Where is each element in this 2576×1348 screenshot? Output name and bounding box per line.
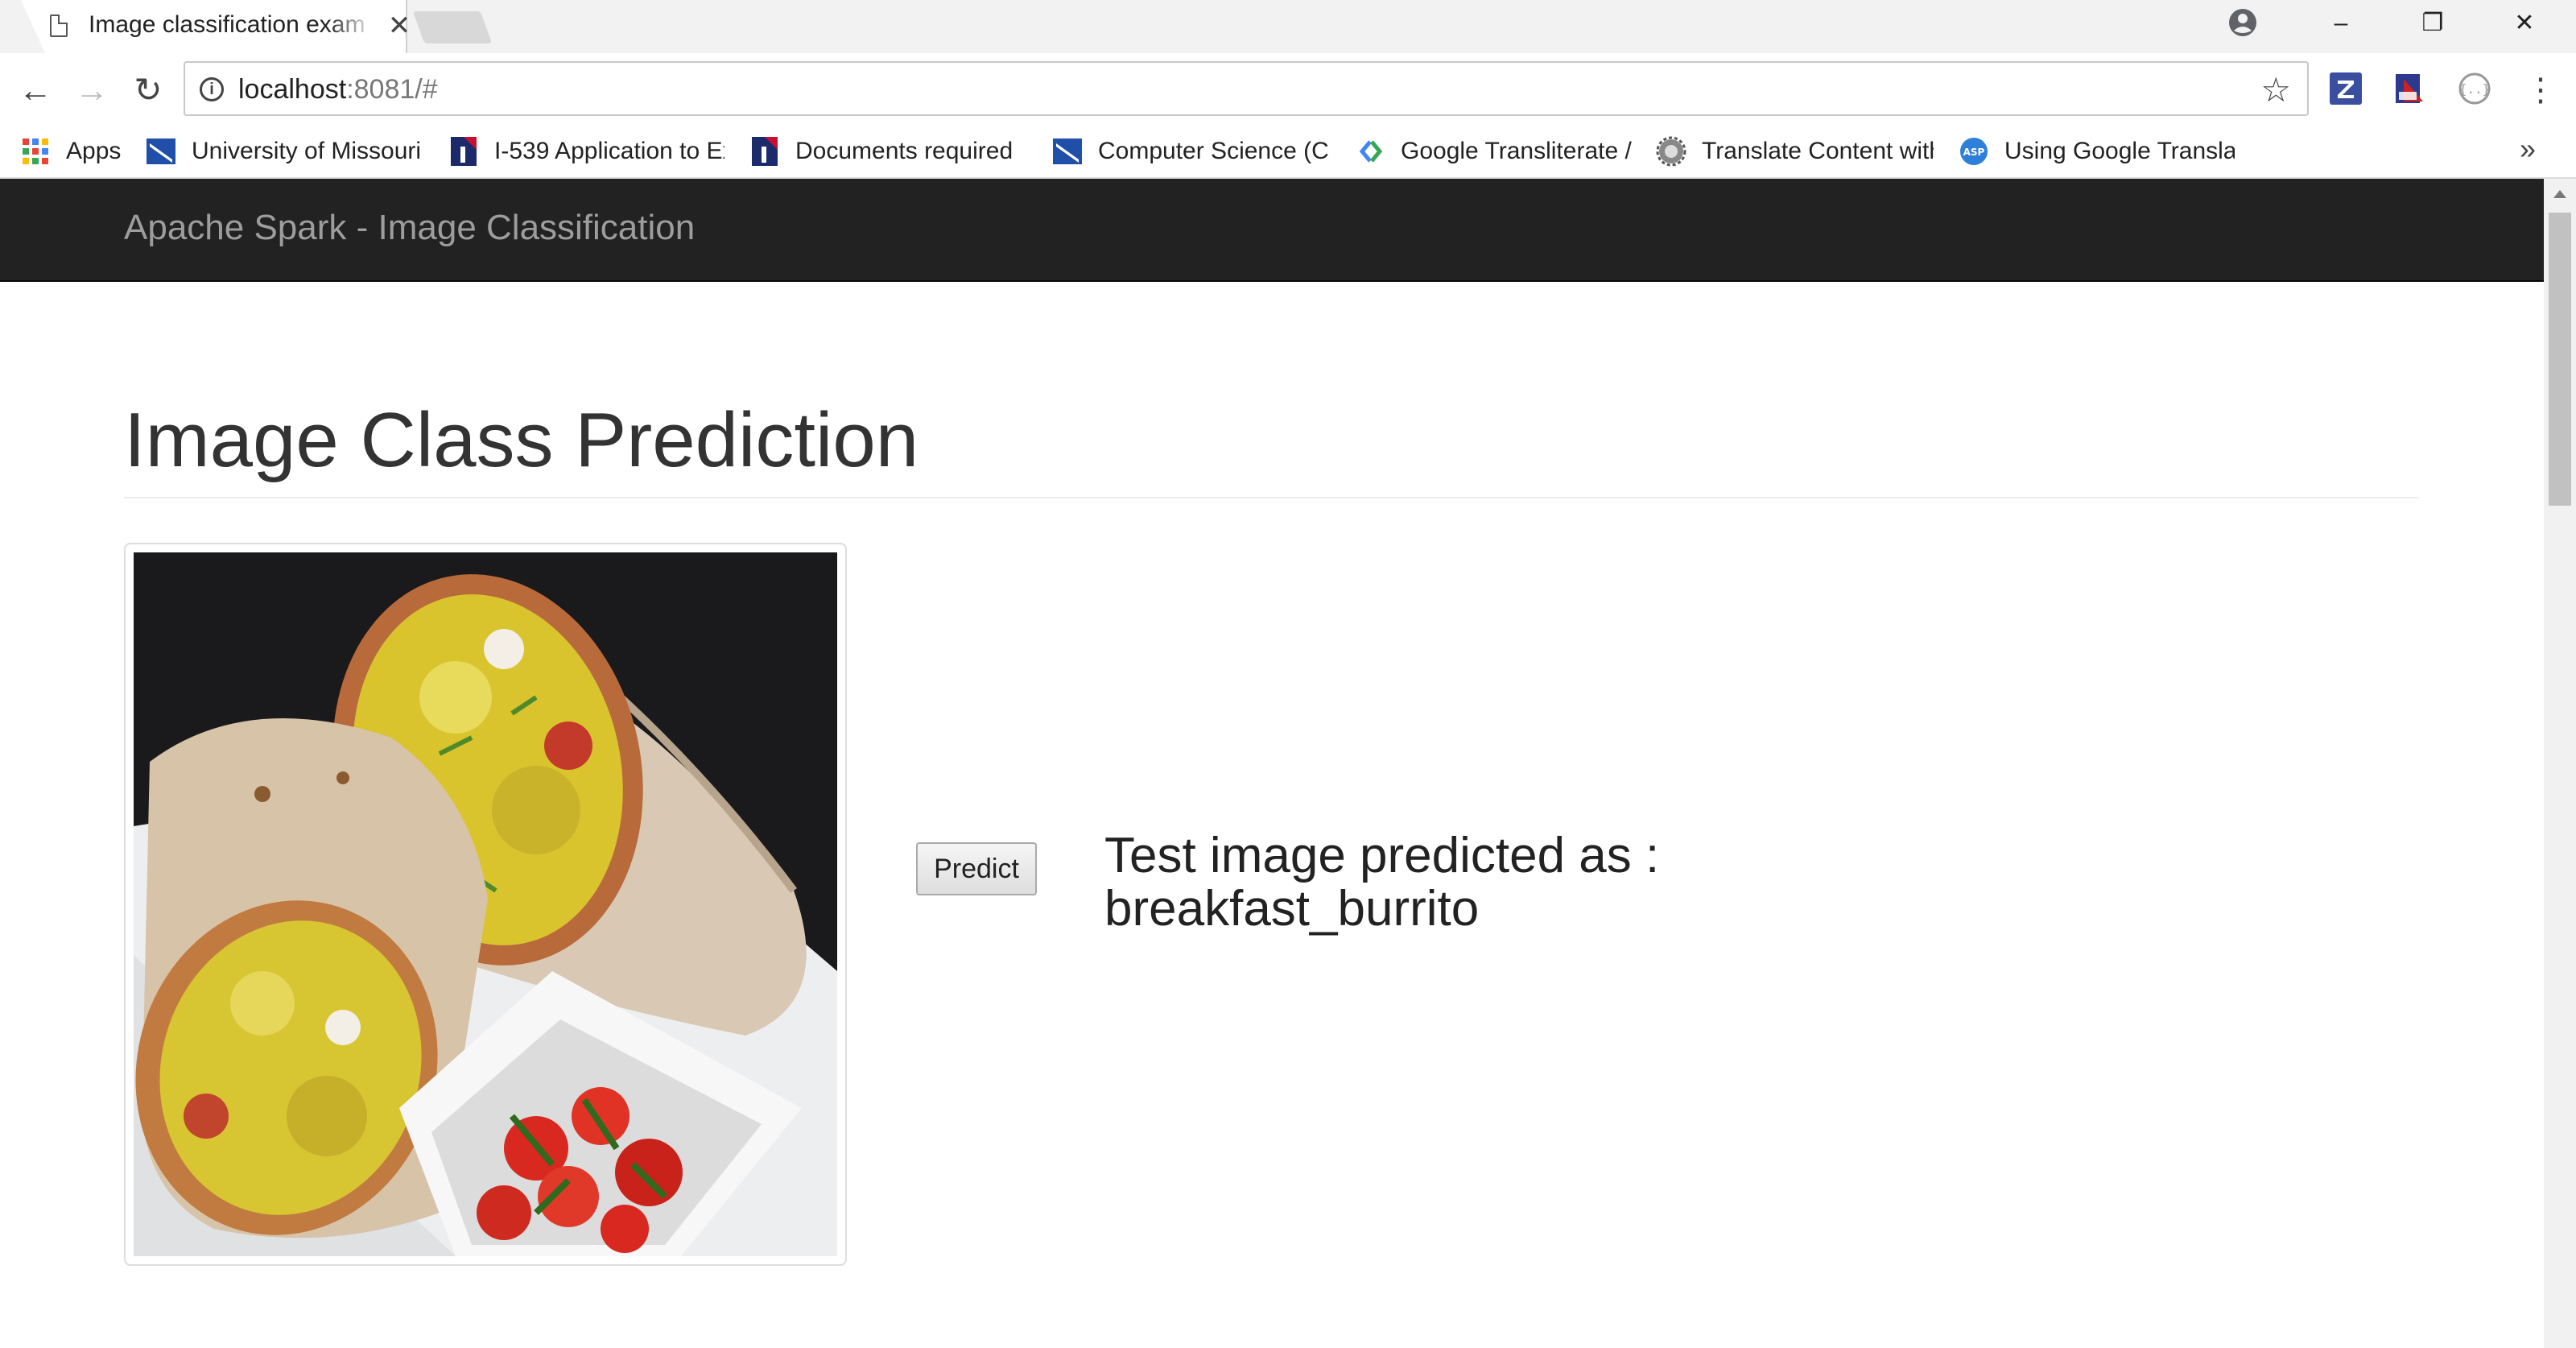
back-icon[interactable]: ← — [13, 68, 58, 113]
top-navbar: Apache Spark - Image Classification — [0, 179, 2544, 282]
scroll-thumb[interactable] — [2549, 213, 2571, 506]
close-window-icon[interactable]: ✕ — [2479, 0, 2570, 47]
bookmark-apps[interactable]: Apps — [19, 134, 132, 169]
bookmark-google-translate[interactable]: ASP Using Google Translat — [1958, 134, 2235, 169]
bookmark-star-icon[interactable]: ☆ — [2260, 68, 2291, 113]
pdf-extension-icon[interactable] — [2391, 69, 2429, 108]
bookmark-label: University of Missouri — [192, 138, 422, 164]
new-tab-button[interactable] — [412, 11, 493, 43]
bookmark-label: Apps — [66, 138, 122, 164]
navbar-brand[interactable]: Apache Spark - Image Classification — [124, 208, 695, 248]
bookmark-label: Translate Content with — [1702, 138, 1934, 164]
menu-dots-icon[interactable]: ⋮ — [2524, 71, 2557, 110]
title-divider — [124, 497, 2418, 498]
bookmark-computer-science[interactable]: Computer Science (CS — [1051, 134, 1330, 169]
bookmark-label: Using Google Translat — [2004, 138, 2235, 164]
gear-globe-icon — [1656, 136, 1686, 167]
vertical-scrollbar[interactable] — [2544, 179, 2576, 1348]
google-icon — [1359, 140, 1383, 163]
browser-toolbar: ← → ↻ i localhost:8081/# ☆ {..} ⋮ — [0, 53, 2576, 126]
apps-grid-icon — [23, 139, 48, 164]
restore-icon[interactable]: ❐ — [2388, 0, 2478, 47]
bookmark-translate-content[interactable]: Translate Content with — [1655, 134, 1934, 169]
minimize-icon[interactable]: – — [2296, 0, 2386, 47]
uscis-icon — [752, 137, 778, 166]
bookmark-label: Computer Science (CS — [1098, 138, 1330, 164]
bookmarks-bar: Apps University of Missouri I-539 Applic… — [0, 126, 2576, 179]
file-icon — [50, 14, 68, 37]
svg-text:{..}: {..} — [2459, 81, 2491, 97]
predict-button[interactable]: Predict — [916, 842, 1037, 895]
uscis-icon — [451, 137, 477, 166]
tab-title: Image classification exam — [89, 11, 365, 38]
profile-icon[interactable] — [2227, 6, 2259, 39]
bookmark-university[interactable]: University of Missouri — [145, 134, 423, 169]
tab-strip: Image classification exam ✕ – ❐ ✕ — [0, 0, 2576, 53]
prediction-result: Test image predicted as : breakfast_burr… — [1104, 829, 1829, 936]
bookmark-i539[interactable]: I-539 Application to Ex — [448, 134, 724, 169]
url-text[interactable]: localhost:8081/# — [238, 74, 438, 105]
bookmarks-overflow-icon[interactable]: » — [2520, 132, 2536, 166]
tab-edge — [21, 0, 45, 53]
address-bar[interactable]: i localhost:8081/# ☆ — [184, 61, 2309, 116]
tab-title-fade — [327, 8, 375, 43]
browser-tab[interactable]: Image classification exam ✕ — [21, 0, 411, 53]
breakfast-burrito-image — [134, 552, 837, 1256]
scroll-up-icon[interactable] — [2553, 190, 2566, 198]
tab-close-icon[interactable]: ✕ — [382, 8, 417, 43]
json-extension-icon[interactable]: {..} — [2455, 69, 2494, 108]
result-label: breakfast_burrito — [1104, 881, 1480, 937]
asp-icon: ASP — [1960, 138, 1988, 165]
forward-icon[interactable]: → — [69, 68, 114, 113]
reload-icon[interactable]: ↻ — [126, 68, 171, 113]
bookmark-google-transliterate[interactable]: Google Transliterate / — [1354, 134, 1633, 169]
zotero-extension-icon[interactable] — [2326, 69, 2365, 108]
result-prefix: Test image predicted as : — [1104, 828, 1660, 883]
university-logo-icon — [147, 139, 175, 164]
university-logo-icon — [1053, 139, 1082, 164]
bookmark-label: I-539 Application to Ex — [494, 138, 724, 164]
bookmark-label: Google Transliterate / — [1401, 138, 1632, 164]
bookmark-label: Documents required — [795, 138, 1013, 164]
svg-text:ASP: ASP — [1963, 147, 1985, 158]
test-image-thumbnail — [124, 543, 847, 1266]
page-viewport: Apache Spark - Image Classification Imag… — [0, 179, 2544, 1348]
info-icon[interactable]: i — [200, 77, 224, 101]
page-title: Image Class Prediction — [124, 397, 919, 483]
bookmark-documents[interactable]: Documents required — [749, 134, 1022, 169]
